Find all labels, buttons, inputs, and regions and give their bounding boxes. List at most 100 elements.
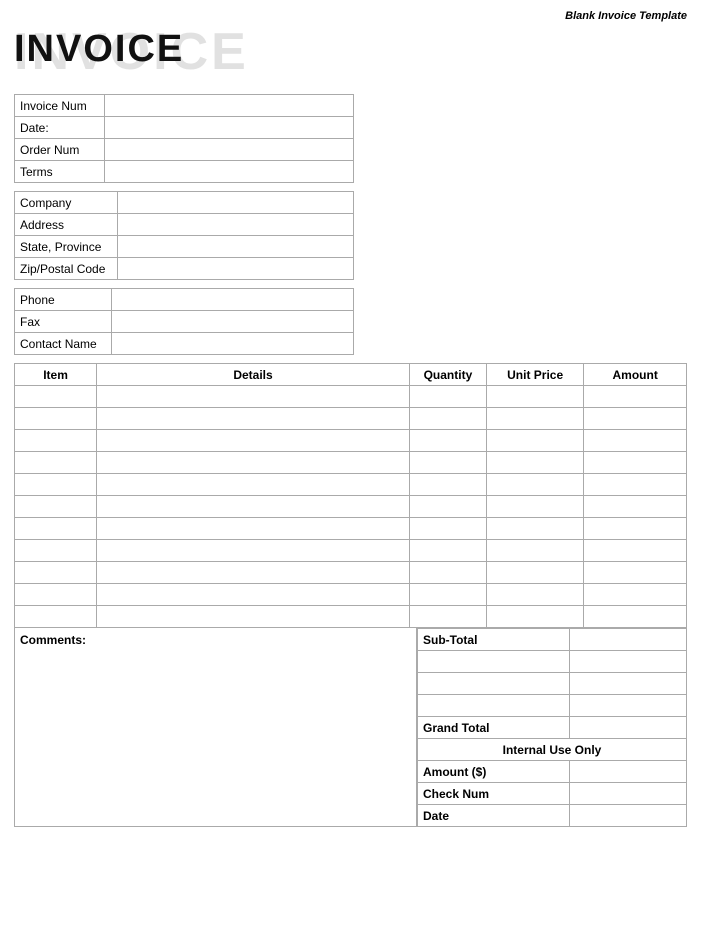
qty-cell[interactable] <box>409 474 486 496</box>
up-cell[interactable] <box>486 452 583 474</box>
table-row <box>15 606 687 628</box>
item-cell[interactable] <box>15 562 97 584</box>
details-cell[interactable] <box>97 584 410 606</box>
qty-cell[interactable] <box>409 562 486 584</box>
amt-cell[interactable] <box>584 518 687 540</box>
check-num-value[interactable] <box>570 783 687 805</box>
contact-name-value[interactable] <box>111 333 353 355</box>
amt-cell[interactable] <box>584 562 687 584</box>
qty-cell[interactable] <box>409 408 486 430</box>
fax-row: Fax <box>15 311 354 333</box>
up-cell[interactable] <box>486 496 583 518</box>
up-cell[interactable] <box>486 518 583 540</box>
invoice-num-value[interactable] <box>105 95 354 117</box>
qty-cell[interactable] <box>409 584 486 606</box>
qty-cell[interactable] <box>409 430 486 452</box>
terms-value[interactable] <box>105 161 354 183</box>
qty-cell[interactable] <box>409 386 486 408</box>
template-title: Blank Invoice Template <box>14 10 687 22</box>
check-num-row: Check Num <box>418 783 687 805</box>
item-cell[interactable] <box>15 474 97 496</box>
subtotal-value[interactable] <box>570 629 687 651</box>
amt-cell[interactable] <box>584 606 687 628</box>
main-title: INVOICE <box>14 30 184 68</box>
totals-table: Sub-Total Grand Total Internal Use Only <box>417 628 687 827</box>
details-cell[interactable] <box>97 518 410 540</box>
item-cell[interactable] <box>15 430 97 452</box>
internal-date-value[interactable] <box>570 805 687 827</box>
details-cell[interactable] <box>97 452 410 474</box>
grandtotal-value[interactable] <box>570 717 687 739</box>
up-cell[interactable] <box>486 584 583 606</box>
amt-cell[interactable] <box>584 474 687 496</box>
zip-value[interactable] <box>118 258 354 280</box>
grandtotal-row: Grand Total <box>418 717 687 739</box>
up-cell[interactable] <box>486 430 583 452</box>
qty-cell[interactable] <box>409 606 486 628</box>
up-cell[interactable] <box>486 386 583 408</box>
extra-value-1[interactable] <box>570 651 687 673</box>
amt-cell[interactable] <box>584 408 687 430</box>
details-cell[interactable] <box>97 430 410 452</box>
up-cell[interactable] <box>486 474 583 496</box>
item-cell[interactable] <box>15 540 97 562</box>
item-cell[interactable] <box>15 584 97 606</box>
extra-row-2 <box>418 673 687 695</box>
amt-cell[interactable] <box>584 430 687 452</box>
details-cell[interactable] <box>97 540 410 562</box>
amt-cell[interactable] <box>584 386 687 408</box>
amount-dollars-value[interactable] <box>570 761 687 783</box>
table-row <box>15 430 687 452</box>
item-cell[interactable] <box>15 408 97 430</box>
up-cell[interactable] <box>486 562 583 584</box>
totals-section: Sub-Total Grand Total Internal Use Only <box>417 628 687 827</box>
details-cell[interactable] <box>97 408 410 430</box>
amt-cell[interactable] <box>584 496 687 518</box>
comments-area[interactable]: Comments: <box>14 628 417 827</box>
qty-cell[interactable] <box>409 540 486 562</box>
internal-date-label: Date <box>418 805 570 827</box>
phone-row: Phone <box>15 289 354 311</box>
order-num-label: Order Num <box>15 139 105 161</box>
details-cell[interactable] <box>97 606 410 628</box>
address-value[interactable] <box>118 214 354 236</box>
subtotal-row: Sub-Total <box>418 629 687 651</box>
table-row <box>15 584 687 606</box>
extra-value-3[interactable] <box>570 695 687 717</box>
contact-name-label: Contact Name <box>15 333 112 355</box>
extra-label-2 <box>418 673 570 695</box>
qty-cell[interactable] <box>409 452 486 474</box>
qty-cell[interactable] <box>409 518 486 540</box>
comments-label: Comments: <box>20 633 86 647</box>
details-cell[interactable] <box>97 386 410 408</box>
phone-value[interactable] <box>111 289 353 311</box>
item-cell[interactable] <box>15 606 97 628</box>
amt-cell[interactable] <box>584 452 687 474</box>
extra-row-1 <box>418 651 687 673</box>
extra-label-3 <box>418 695 570 717</box>
up-cell[interactable] <box>486 408 583 430</box>
company-value[interactable] <box>118 192 354 214</box>
amt-cell[interactable] <box>584 584 687 606</box>
details-cell[interactable] <box>97 562 410 584</box>
state-value[interactable] <box>118 236 354 258</box>
grandtotal-label: Grand Total <box>418 717 570 739</box>
extra-value-2[interactable] <box>570 673 687 695</box>
date-label: Date: <box>15 117 105 139</box>
date-value[interactable] <box>105 117 354 139</box>
order-num-value[interactable] <box>105 139 354 161</box>
terms-label: Terms <box>15 161 105 183</box>
fax-value[interactable] <box>111 311 353 333</box>
invoice-num-row: Invoice Num <box>15 95 354 117</box>
qty-cell[interactable] <box>409 496 486 518</box>
table-row <box>15 562 687 584</box>
amt-cell[interactable] <box>584 540 687 562</box>
item-cell[interactable] <box>15 386 97 408</box>
details-cell[interactable] <box>97 474 410 496</box>
item-cell[interactable] <box>15 518 97 540</box>
details-cell[interactable] <box>97 496 410 518</box>
item-cell[interactable] <box>15 496 97 518</box>
up-cell[interactable] <box>486 606 583 628</box>
item-cell[interactable] <box>15 452 97 474</box>
up-cell[interactable] <box>486 540 583 562</box>
